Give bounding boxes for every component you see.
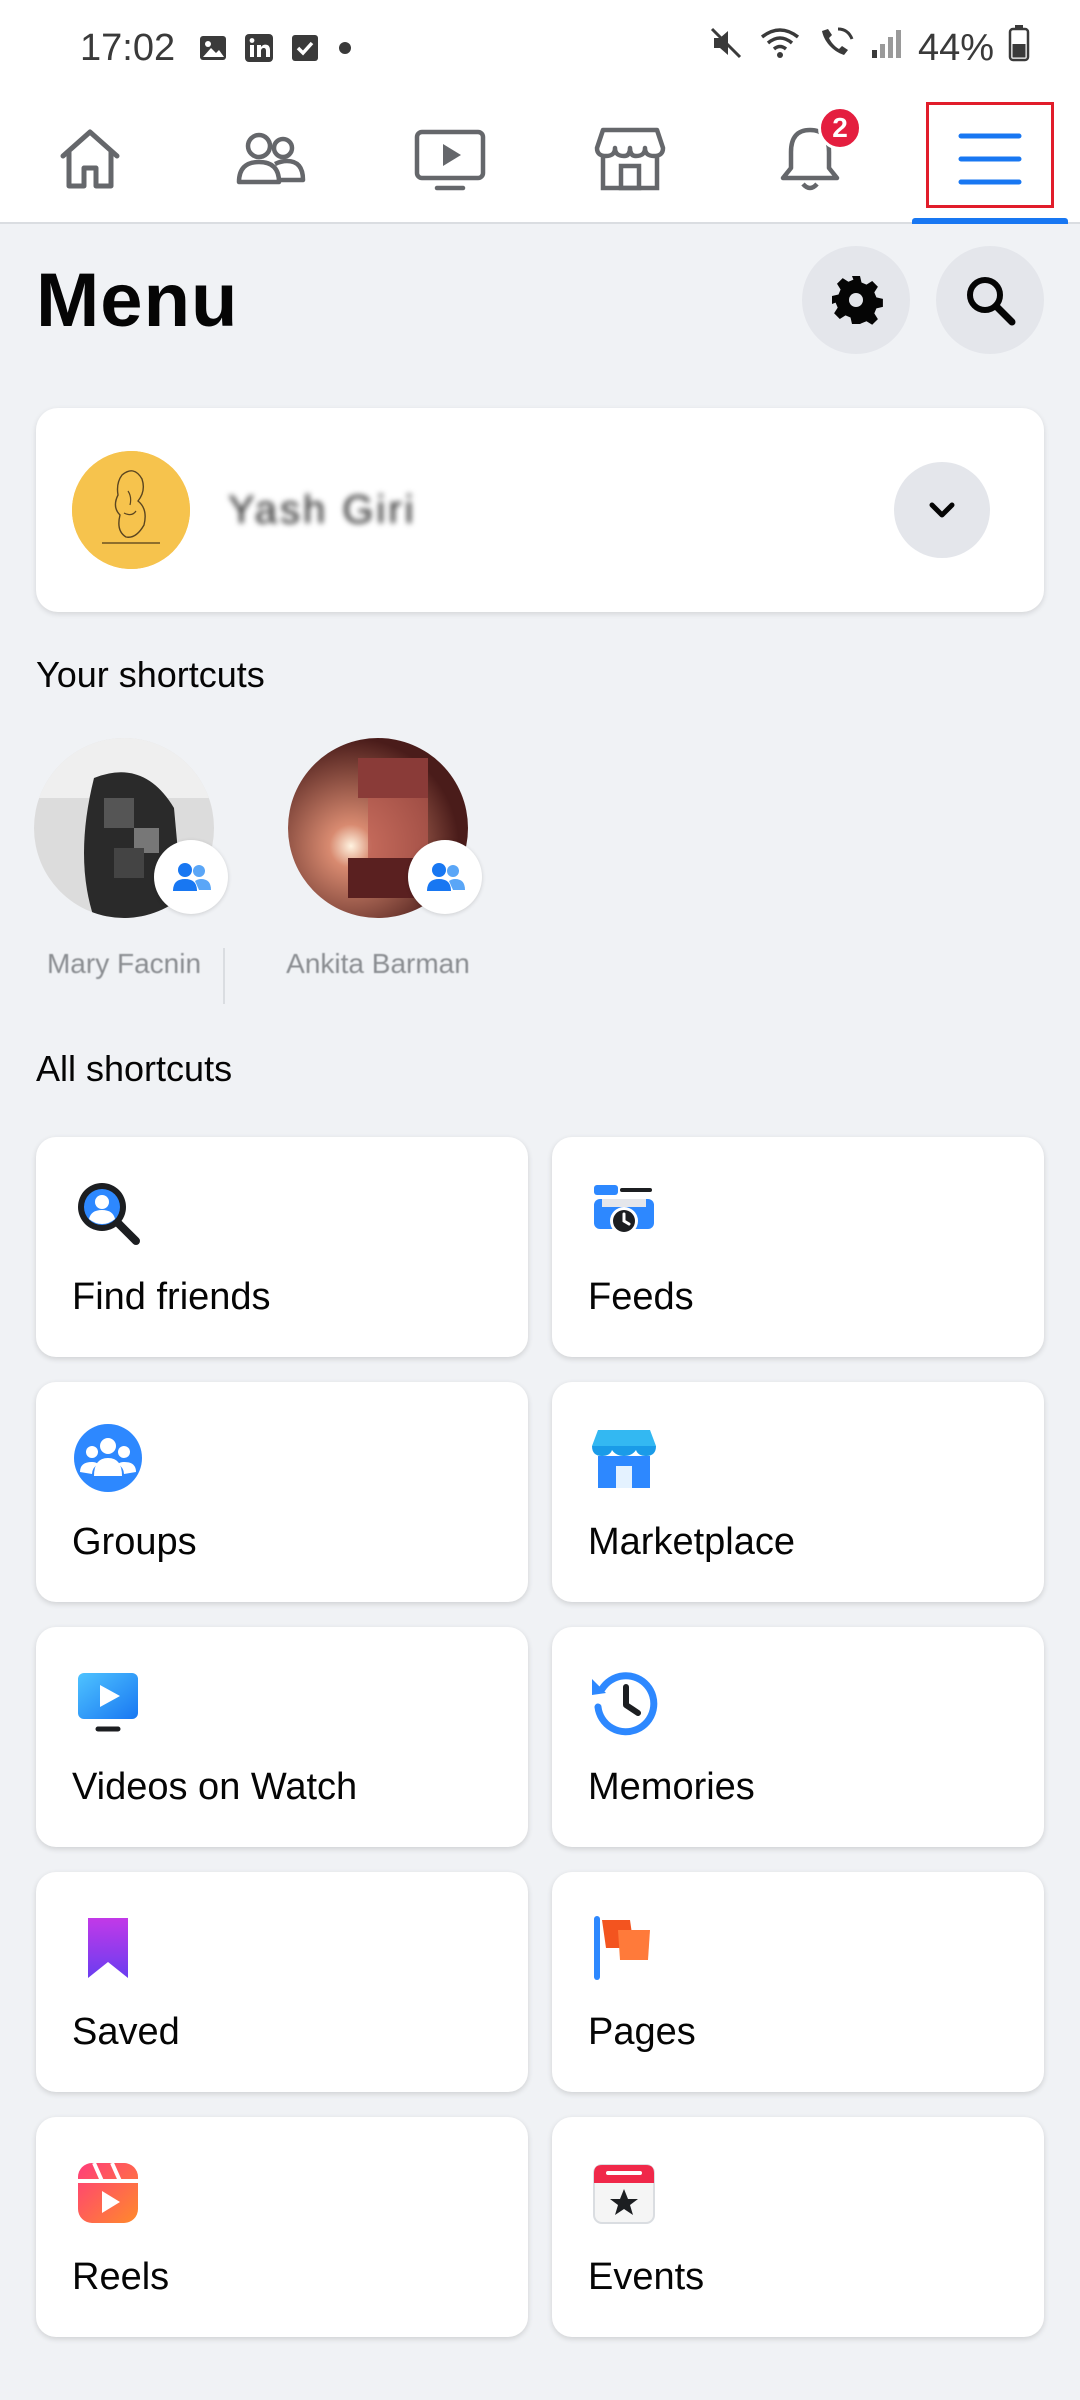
wifi-icon (758, 25, 802, 71)
page-title: Menu (36, 257, 239, 343)
shortcut-label: Pages (588, 2011, 696, 2053)
settings-button[interactable] (802, 246, 910, 354)
group-icon (427, 863, 465, 891)
memories-icon (592, 1672, 658, 1736)
shortcut-avatar (34, 738, 228, 918)
search-button[interactable] (936, 246, 1044, 354)
search-icon (967, 277, 1016, 326)
profile-dropdown-button[interactable] (894, 462, 990, 558)
status-bar: 17:02 44% (0, 0, 1080, 96)
signal-icon (870, 26, 904, 70)
battery-percent: 44% (917, 26, 994, 69)
find-friends-icon (78, 1183, 140, 1245)
profile-card[interactable]: Yash Giri (36, 408, 1044, 612)
shortcut-pages[interactable]: Pages (552, 1872, 1044, 2092)
notification-badge: 2 (818, 106, 862, 150)
chevron-down-icon (929, 502, 955, 518)
shortcut-memories[interactable]: Memories (552, 1627, 1044, 1847)
tab-notifications[interactable]: 2 (720, 96, 900, 222)
store-icon (594, 127, 666, 191)
shortcut-name: Ankita Barman (286, 948, 470, 979)
divider (223, 948, 225, 1004)
home-icon (60, 129, 120, 189)
flag-icon (594, 1916, 650, 1980)
shortcut-feeds[interactable]: Feeds (552, 1137, 1044, 1357)
tab-marketplace[interactable] (540, 96, 720, 222)
shortcut-label: Find friends (72, 1276, 271, 1318)
gear-icon (832, 276, 883, 325)
tab-home[interactable] (0, 96, 180, 222)
status-time: 17:02 (80, 26, 176, 69)
wifi-call-icon (816, 25, 856, 71)
feeds-icon (594, 1185, 654, 1235)
selection-highlight (926, 102, 1054, 208)
shortcut-label: Groups (72, 1521, 197, 1563)
shortcut-label: Videos on Watch (72, 1766, 358, 1808)
dot-icon (335, 38, 355, 58)
groups-icon (74, 1424, 142, 1492)
bookmark-icon (88, 1918, 128, 1978)
tab-bar: 2 (0, 96, 1080, 224)
shortcut-label: Events (588, 2256, 705, 2298)
watch-icon (78, 1673, 138, 1732)
mute-icon (708, 25, 744, 71)
gallery-notification-icon (197, 32, 229, 64)
shortcut-avatar (288, 738, 482, 918)
shortcut-label: Marketplace (588, 1521, 795, 1563)
shortcut-label: Memories (588, 1766, 755, 1808)
friends-icon (236, 132, 306, 185)
group-badge (154, 840, 228, 914)
all-shortcuts-title: All shortcuts (36, 1048, 233, 1089)
shortcut-item[interactable]: Ankita Barman (278, 738, 482, 980)
tab-menu[interactable] (900, 96, 1080, 224)
shortcut-marketplace[interactable]: Marketplace (552, 1382, 1044, 1602)
battery-icon (1008, 24, 1030, 72)
checkbox-notification-icon (289, 32, 321, 64)
shortcut-label: Feeds (588, 1276, 694, 1318)
your-shortcuts-title: Your shortcuts (36, 654, 265, 695)
profile-name: Yash Giri (228, 487, 417, 532)
shortcut-events[interactable]: Events (552, 2117, 1044, 2337)
profile-avatar[interactable] (72, 451, 190, 569)
group-icon (173, 863, 211, 891)
shortcut-label: Reels (72, 2256, 170, 2298)
video-icon (414, 129, 486, 191)
shortcut-find-friends[interactable]: Find friends (36, 1137, 528, 1357)
marketplace-icon (592, 1430, 656, 1488)
group-badge (408, 840, 482, 914)
shortcut-groups[interactable]: Groups (36, 1382, 528, 1602)
shortcut-reels[interactable]: Reels (36, 2117, 528, 2337)
calendar-icon (593, 2164, 655, 2224)
shortcut-saved[interactable]: Saved (36, 1872, 528, 2092)
menu-header: Menu (36, 240, 1044, 360)
shortcut-videos-on-watch[interactable]: Videos on Watch (36, 1627, 528, 1847)
tab-watch[interactable] (360, 96, 540, 222)
tab-friends[interactable] (180, 96, 360, 222)
reels-icon (78, 2162, 138, 2223)
shortcut-name: Mary Facnin (46, 948, 202, 979)
linkedin-notification-icon (243, 32, 275, 64)
shortcut-item[interactable]: Mary Facnin (24, 738, 228, 980)
shortcut-label: Saved (72, 2011, 180, 2053)
